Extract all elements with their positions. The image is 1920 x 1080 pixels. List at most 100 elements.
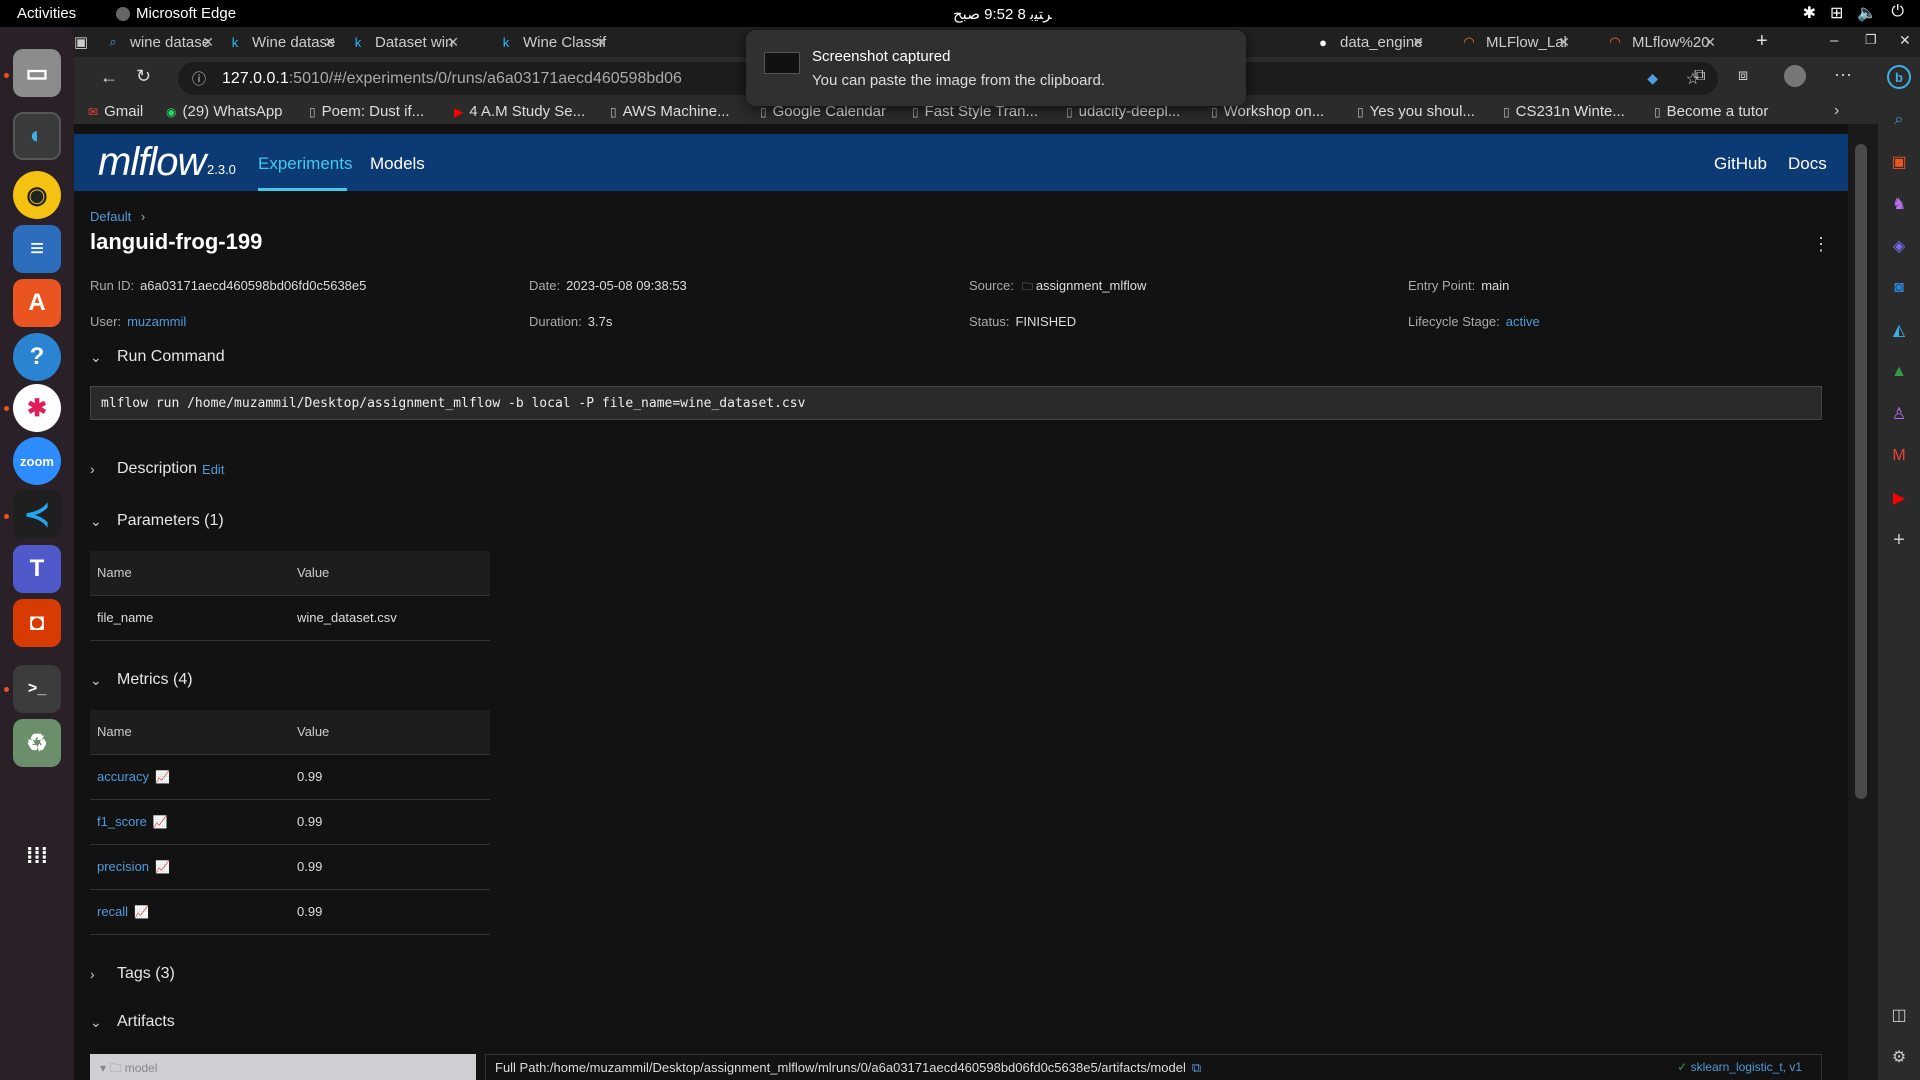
person-icon[interactable]: ♙	[1889, 404, 1909, 424]
section-metrics[interactable]: ⌄ Metrics (4)	[90, 671, 193, 689]
artifact-tree-item[interactable]: ▾ 🗀 model	[90, 1054, 476, 1080]
nav-models[interactable]: Models	[370, 154, 425, 174]
column-header-value[interactable]: Value	[290, 551, 490, 596]
section-tags[interactable]: › Tags (3)	[90, 965, 175, 983]
page-scrollbar[interactable]	[1848, 124, 1878, 1080]
metric-link[interactable]: accuracy 📈	[90, 754, 290, 800]
close-tab-icon[interactable]: ✕	[1412, 34, 1424, 51]
bing-icon[interactable]: b	[1887, 65, 1911, 89]
add-icon[interactable]: +	[1889, 529, 1909, 551]
bookmark-poem[interactable]: ▯ Poem: Dust if...	[309, 103, 424, 120]
more-options-icon[interactable]: ⋯	[1834, 65, 1852, 86]
rhythmbox-icon[interactable]: ◉	[13, 171, 61, 219]
terminal-icon[interactable]: >_	[13, 665, 61, 713]
clock[interactable]: ﺮﺘﯿﺑ 8 9:52 ﺻﺒﺢ	[953, 5, 1052, 23]
close-tab-icon[interactable]: ✕	[202, 34, 214, 51]
copy-icon[interactable]: ⧉	[1192, 1060, 1201, 1075]
section-description[interactable]: › Description Edit	[90, 460, 224, 478]
close-tab-icon[interactable]: ✕	[595, 34, 607, 51]
section-run-command[interactable]: ⌄ Run Command	[90, 348, 225, 366]
youtube-icon[interactable]: ▶	[1889, 488, 1909, 508]
description-edit-link[interactable]: Edit	[202, 462, 224, 477]
close-tab-icon[interactable]: ✕	[1558, 34, 1570, 51]
tracking-prevention-icon[interactable]: ◆	[1647, 70, 1658, 87]
hide-sidebar-icon[interactable]: ◫	[1889, 1005, 1909, 1025]
metric-link[interactable]: f1_score 📈	[90, 799, 290, 845]
nav-github[interactable]: GitHub	[1714, 154, 1767, 174]
collections-icon[interactable]: ⧈	[1738, 67, 1748, 85]
gmail-icon[interactable]: M	[1889, 446, 1909, 466]
drop-icon[interactable]: ◭	[1889, 320, 1909, 340]
focused-app-menu[interactable]: Microsoft Edge	[116, 5, 236, 22]
power-icon[interactable]: ⏻	[1891, 3, 1904, 23]
tab-0[interactable]: ⌕ wine datase ✕	[104, 27, 220, 57]
restore-icon[interactable]: ❐	[1865, 32, 1877, 48]
tab-3[interactable]: k Wine Classif ✕	[497, 27, 613, 57]
mlflow-logo[interactable]: mlflow	[98, 140, 206, 185]
help-icon[interactable]: ?	[13, 333, 61, 381]
tree-icon[interactable]: ▲	[1889, 362, 1909, 382]
volume-icon[interactable]: 🔈	[1857, 3, 1877, 23]
new-tab-icon[interactable]: +	[1756, 30, 1768, 53]
screenshot-notification[interactable]: Screenshot captured You can paste the im…	[746, 30, 1246, 106]
edge-icon[interactable]: ◐	[13, 112, 61, 160]
tab-5[interactable]: ◠ MLFlow_Lal ✕	[1460, 27, 1576, 57]
writer-icon[interactable]: ≡	[13, 225, 61, 273]
breadcrumb-default[interactable]: Default	[90, 209, 131, 224]
outlook-icon[interactable]: ◙	[1889, 278, 1909, 298]
registered-model-link[interactable]: ✓ sklearn_logistic_t, v1	[1677, 1060, 1802, 1074]
run-command-box[interactable]: mlflow run /home/muzammil/Desktop/assign…	[90, 386, 1822, 420]
metric-link[interactable]: precision 📈	[90, 844, 290, 890]
bookmark-whatsapp[interactable]: ◉ (29) WhatsApp	[166, 103, 283, 120]
bookmark-cs231n[interactable]: ▯ CS231n Winte...	[1503, 103, 1625, 120]
scrollbar-thumb[interactable]	[1855, 144, 1867, 799]
chevron-right-icon[interactable]: ›	[1834, 102, 1839, 120]
tab-4[interactable]: ● data_engine ✕	[1314, 27, 1430, 57]
bookmark-aws[interactable]: ▯ AWS Machine...	[610, 103, 730, 120]
nav-docs[interactable]: Docs	[1788, 154, 1827, 174]
files-icon[interactable]: ▭	[13, 49, 61, 97]
close-tab-icon[interactable]: ✕	[447, 34, 459, 51]
app-center-icon[interactable]: A	[13, 279, 61, 327]
bookmark-tutor[interactable]: ▯ Become a tutor	[1654, 103, 1768, 120]
section-parameters[interactable]: ⌄ Parameters (1)	[90, 512, 224, 530]
bookmark-gmail[interactable]: ✉ Gmail	[88, 103, 143, 120]
refresh-icon[interactable]: ↻	[136, 66, 151, 87]
close-tab-icon[interactable]: ✕	[324, 34, 336, 51]
slack-icon[interactable]: ✱	[13, 384, 61, 432]
site-info-icon[interactable]: ⓘ	[192, 69, 206, 89]
user-link[interactable]: muzammil	[127, 314, 186, 329]
search-icon[interactable]: ⌕	[1889, 110, 1909, 130]
lifecycle-link[interactable]: active	[1506, 314, 1540, 329]
tab-6[interactable]: ◠ MLflow%20 ✕	[1606, 27, 1722, 57]
zoom-icon[interactable]: zoom	[13, 437, 61, 485]
extensions-icon[interactable]: ⧉	[1694, 67, 1705, 85]
teams-icon[interactable]: T	[13, 545, 61, 593]
metric-link[interactable]: recall 📈	[90, 889, 290, 935]
minimize-icon[interactable]: –	[1830, 32, 1838, 49]
tab-1[interactable]: k Wine datase ✕	[226, 27, 342, 57]
nav-experiments[interactable]: Experiments	[258, 154, 352, 174]
column-header-value[interactable]: Value	[290, 710, 490, 755]
tab-2[interactable]: k Dataset win ✕	[349, 27, 465, 57]
tab-actions-icon[interactable]: ▣	[74, 33, 88, 51]
section-artifacts[interactable]: ⌄ Artifacts	[90, 1013, 175, 1031]
run-actions-icon[interactable]: ⋮	[1812, 234, 1830, 255]
bookmark-yes-you[interactable]: ▯ Yes you shoul...	[1357, 103, 1475, 120]
microsoft365-icon[interactable]: ◈	[1889, 236, 1909, 256]
games-icon[interactable]: ♞	[1889, 194, 1909, 214]
network-icon[interactable]: ⊞	[1830, 3, 1843, 23]
settings-icon[interactable]: ⚙	[1889, 1047, 1909, 1067]
column-header-name[interactable]: Name	[90, 551, 290, 596]
activities-button[interactable]: Activities	[17, 5, 76, 22]
tools-icon[interactable]: ▣	[1889, 152, 1909, 172]
column-header-name[interactable]: Name	[90, 710, 290, 755]
bookmark-study[interactable]: ▶ 4 A.M Study Se...	[454, 103, 585, 120]
vscode-icon[interactable]: ≺	[13, 490, 61, 538]
show-apps-icon[interactable]: ⁞⁞⁞	[13, 832, 61, 880]
office-icon[interactable]: ◘	[13, 599, 61, 647]
profile-icon[interactable]	[1784, 65, 1806, 87]
system-tray[interactable]: ✱ ⊞ 🔈 ⏻	[1803, 3, 1904, 23]
slack-tray-icon[interactable]: ✱	[1803, 3, 1816, 23]
close-tab-icon[interactable]: ✕	[1704, 34, 1716, 51]
